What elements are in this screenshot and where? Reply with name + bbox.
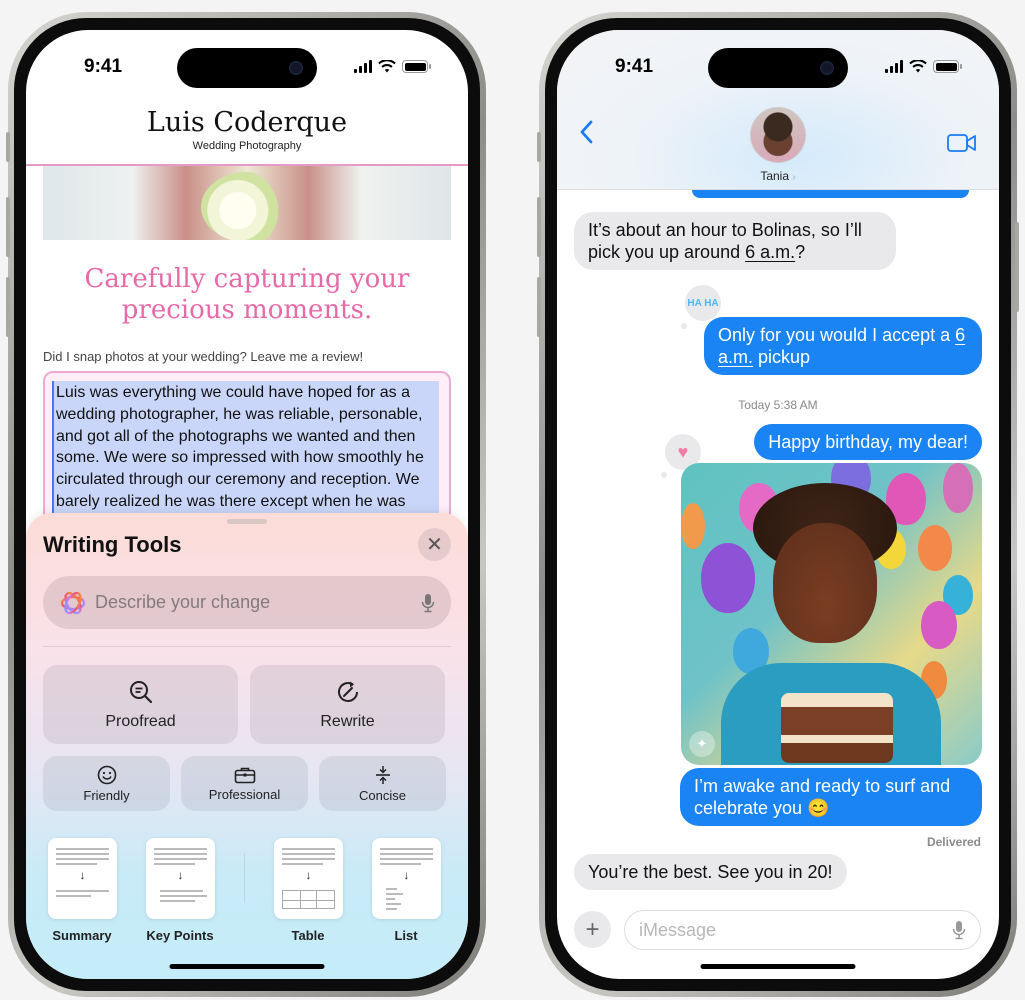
status-time: 9:41: [615, 56, 654, 77]
haha-tapback-icon[interactable]: HA HA: [681, 285, 721, 329]
sparkle-genmoji-icon[interactable]: ✦: [689, 731, 715, 757]
message-bubble-outgoing[interactable]: I’m awake and ready to surf and celebrat…: [680, 768, 982, 826]
imessage-field[interactable]: [624, 910, 981, 950]
rewrite-label: Rewrite: [320, 712, 375, 730]
smiley-icon: [97, 765, 116, 784]
microphone-icon[interactable]: [952, 920, 966, 940]
concise-button[interactable]: Concise: [319, 756, 446, 811]
concise-label: Concise: [359, 787, 406, 803]
list-label: List: [394, 928, 418, 943]
volume-up-button: [537, 197, 541, 257]
volume-down-button: [6, 277, 10, 337]
message-bubble-incoming[interactable]: You’re the best. See you in 20!: [574, 854, 847, 890]
key-points-label: Key Points: [146, 928, 214, 943]
birthday-cake: [781, 693, 893, 763]
cellular-signal-icon: [354, 60, 372, 73]
rewrite-button[interactable]: Rewrite: [250, 665, 445, 744]
right-screen: 9:41 Tania › It’s about an hour to Bolin…: [557, 30, 999, 979]
compress-icon: [375, 765, 390, 784]
down-arrow-icon: ↓: [305, 868, 312, 882]
video-camera-icon: [947, 134, 976, 152]
message-bubble-incoming[interactable]: It’s about an hour to Bolinas, so I’ll p…: [574, 212, 896, 270]
home-indicator[interactable]: [169, 964, 325, 969]
format-separator: [244, 853, 245, 903]
site-title: Luis Coderque: [146, 107, 348, 138]
right-phone: 9:41 Tania › It’s about an hour to Bolin…: [537, 12, 1019, 997]
summary-thumbnail[interactable]: ↓: [48, 838, 117, 919]
site-subtitle: Wedding Photography: [192, 140, 302, 152]
battery-icon: [933, 60, 962, 73]
describe-change-field[interactable]: [43, 576, 451, 629]
briefcase-icon: [234, 767, 255, 783]
cellular-signal-icon: [885, 60, 903, 73]
add-attachment-button[interactable]: +: [574, 911, 611, 948]
apple-intelligence-icon: [60, 591, 86, 614]
back-button[interactable]: [579, 118, 593, 152]
facetime-video-button[interactable]: [947, 133, 977, 158]
status-time: 9:41: [84, 56, 123, 77]
volume-down-button: [537, 277, 541, 337]
down-arrow-icon: ↓: [177, 868, 184, 882]
action-button: [537, 132, 541, 162]
contact-name[interactable]: Tania ›: [557, 169, 999, 183]
microphone-icon[interactable]: [421, 593, 435, 613]
volume-up-button: [6, 197, 10, 257]
key-points-thumbnail[interactable]: ↓: [146, 838, 215, 919]
left-screen: 9:41 Luis Coderque Wedding Photography C…: [26, 30, 468, 979]
face: [773, 523, 877, 643]
friendly-button[interactable]: Friendly: [43, 756, 170, 811]
status-bar: 9:41: [26, 56, 468, 80]
list-thumbnail[interactable]: ↓: [372, 838, 441, 919]
genmoji-birthday-image[interactable]: ✦: [681, 463, 982, 765]
writing-tools-panel: Writing Tools ✕ Proofread: [26, 513, 468, 979]
friendly-label: Friendly: [83, 787, 130, 803]
message-timestamp: Today 5:38 AM: [738, 398, 818, 412]
imessage-input[interactable]: [639, 919, 952, 941]
sheet-grabber[interactable]: [227, 519, 267, 524]
rewrite-icon: [337, 681, 358, 702]
summary-label: Summary: [52, 928, 112, 943]
close-icon: ✕: [426, 534, 443, 556]
previous-message-bubble: [692, 190, 969, 198]
close-button[interactable]: ✕: [418, 528, 451, 561]
proofread-magnifier-icon: [129, 680, 152, 703]
tagline: Carefully capturing your precious moment…: [84, 264, 410, 325]
contact-avatar[interactable]: [750, 107, 806, 163]
chevron-right-icon: ›: [792, 172, 796, 183]
describe-change-input[interactable]: [95, 592, 421, 613]
down-arrow-icon: ↓: [403, 868, 410, 882]
table-thumbnail[interactable]: ↓: [274, 838, 343, 919]
professional-label: Professional: [208, 786, 281, 802]
writing-tools-title: Writing Tools: [43, 532, 182, 557]
wifi-icon: [378, 60, 396, 73]
message-bubble-outgoing[interactable]: Happy birthday, my dear!: [754, 424, 982, 460]
table-label: Table: [291, 928, 325, 943]
professional-button[interactable]: Professional: [181, 756, 308, 811]
proofread-button[interactable]: Proofread: [43, 665, 238, 744]
action-button: [6, 132, 10, 162]
down-arrow-icon: ↓: [79, 868, 86, 882]
delivered-status: Delivered: [926, 835, 981, 849]
status-bar: 9:41: [557, 56, 999, 80]
left-phone: 9:41 Luis Coderque Wedding Photography C…: [6, 12, 486, 997]
panel-divider: [43, 646, 451, 647]
power-button: [1015, 222, 1019, 312]
home-indicator[interactable]: [700, 964, 856, 969]
battery-icon: [402, 60, 431, 73]
wifi-icon: [909, 60, 927, 73]
plus-icon: +: [585, 915, 600, 943]
date-link[interactable]: 6 a.m.: [745, 242, 795, 262]
table-grid-icon: [282, 890, 335, 909]
review-prompt: Did I snap photos at your wedding? Leave…: [43, 349, 364, 364]
message-bubble-outgoing[interactable]: Only for you would I accept a 6 a.m. pic…: [704, 317, 982, 375]
chevron-left-icon: [580, 120, 593, 144]
proofread-label: Proofread: [105, 712, 176, 730]
hero-image-bouquet: [43, 166, 451, 240]
